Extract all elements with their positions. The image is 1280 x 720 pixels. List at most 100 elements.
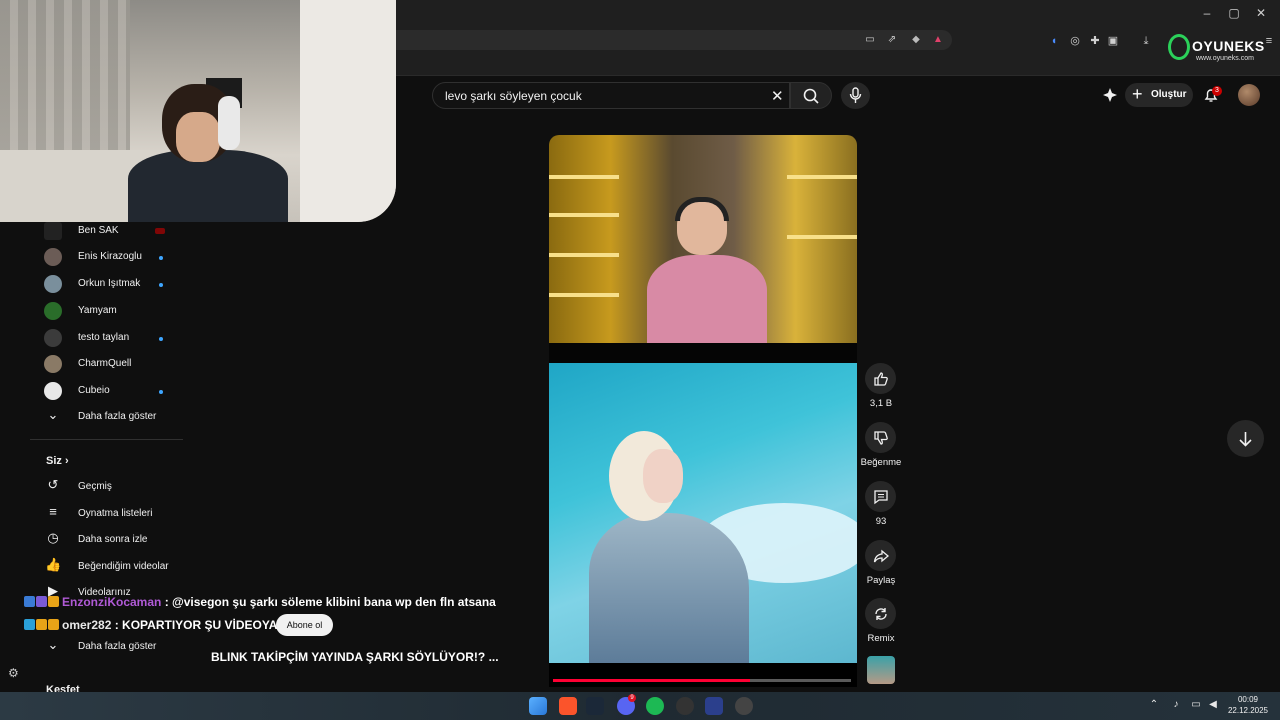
you-heading[interactable]: Siz ›	[46, 455, 69, 467]
sidebar-item-watch-later[interactable]: ◷ Daha sonra izle	[44, 528, 184, 554]
tray-mic-icon[interactable]: ♪	[1170, 699, 1182, 711]
discord-badge: 9	[628, 694, 636, 702]
new-content-dot	[159, 256, 163, 260]
channel-avatar	[44, 382, 62, 400]
shelf-decor	[787, 175, 857, 179]
channel-avatar	[44, 248, 62, 266]
sidebar-item-history[interactable]: ↺ Geçmiş	[44, 475, 184, 501]
shelf-decor	[549, 253, 619, 257]
chat-message: omer282 : KOPARTIYOR ŞU VİDEOYA BEN	[24, 618, 306, 632]
sidebar-item-testo-taylan[interactable]: testo taylan	[44, 326, 184, 352]
sidebar-item-liked-videos[interactable]: 👍 Beğendiğim videolar	[44, 555, 184, 581]
logo-url: www.oyuneks.com	[1196, 55, 1254, 62]
comment-icon	[874, 490, 888, 505]
chat-badges	[24, 596, 62, 608]
streamer-figure	[647, 197, 767, 343]
like-button[interactable]	[865, 363, 896, 394]
screen-cast-icon[interactable]: ▭	[864, 34, 876, 46]
video-progress-bar[interactable]	[553, 679, 851, 682]
spotify-icon[interactable]	[646, 697, 664, 715]
sidebar-item-enis-kirazoglu[interactable]: Enis Kirazoglu	[44, 245, 184, 271]
show-more-subscriptions[interactable]: ⌄ Daha fazla göster	[44, 405, 184, 431]
tray-display-icon[interactable]: ▭	[1190, 699, 1202, 711]
sparkle-icon[interactable]	[1102, 87, 1118, 103]
tray-volume-icon[interactable]: ◀	[1207, 699, 1219, 711]
account-avatar[interactable]	[1238, 84, 1260, 106]
subscribe-button[interactable]: Abone ol	[276, 614, 333, 636]
app-icon[interactable]	[705, 697, 723, 715]
steam-icon[interactable]	[586, 697, 604, 715]
shield-icon[interactable]: ◆	[910, 34, 922, 46]
audio-icon[interactable]: ◖	[1047, 34, 1061, 48]
short-title[interactable]: BLINK TAKİPÇİM YAYINDA ŞARKI SÖYLÜYOR!? …	[211, 650, 499, 664]
live-indicator	[155, 228, 165, 234]
channel-avatar	[44, 222, 62, 240]
oyuneks-logo: OYUNEKS www.oyuneks.com	[1166, 34, 1266, 64]
sidebar-divider	[30, 439, 183, 440]
video-frame-streamer	[549, 135, 857, 343]
create-button[interactable]: + Oluştur	[1125, 83, 1193, 107]
settings-gear-icon[interactable]: ⚙	[8, 666, 22, 680]
show-more-label: Daha fazla göster	[78, 641, 157, 652]
sidebar-item-label: Ben SAK	[78, 225, 119, 236]
download-icon[interactable]: ⤓	[1139, 34, 1153, 48]
sidebar-item-label: Oynatma listeleri	[78, 508, 153, 519]
plus-icon: +	[1132, 84, 1143, 104]
channel-avatar	[44, 329, 62, 347]
search-input[interactable]: levo şarkı söyleyen çocuk ✕	[432, 82, 790, 109]
voice-search-button[interactable]	[841, 82, 870, 109]
sidebar-item-charmquell[interactable]: CharmQuell	[44, 352, 184, 378]
shelf-decor	[549, 213, 619, 217]
sidebar-item-orkun-isitmak[interactable]: Orkun Işıtmak	[44, 272, 184, 298]
dislike-label: Beğenme	[860, 457, 902, 468]
webcam-overlay	[0, 0, 396, 222]
sidebar-item-label: Daha sonra izle	[78, 534, 148, 545]
shelf-decor	[549, 293, 619, 297]
address-bar[interactable]: ▭ ⇗ ◆ ▲	[380, 30, 952, 50]
thumbs-up-icon	[874, 372, 888, 386]
sidebar-item-label: Orkun Işıtmak	[78, 278, 141, 289]
video-frame-singer	[549, 363, 857, 663]
remix-button[interactable]	[865, 598, 896, 629]
sidebar-item-cubeio[interactable]: Cubeio	[44, 379, 184, 405]
share-arrow-icon	[873, 549, 889, 563]
minimize-icon[interactable]: –	[1200, 6, 1214, 20]
sidebar-item-label: Cubeio	[78, 385, 110, 396]
sidebar-item-playlists[interactable]: ≡ Oynatma listeleri	[44, 502, 184, 528]
brave-browser-icon[interactable]	[559, 697, 577, 715]
search-icon	[803, 88, 819, 104]
tray-chevron-up-icon[interactable]: ⌃	[1148, 699, 1160, 711]
capture-icon[interactable]: ▣	[1106, 34, 1120, 48]
close-window-icon[interactable]: ✕	[1254, 6, 1268, 20]
shelf-decor	[549, 175, 619, 179]
history-icon: ↺	[47, 477, 59, 492]
search-button[interactable]	[790, 82, 832, 109]
sidebar-item-yamyam[interactable]: Yamyam	[44, 299, 184, 325]
dislike-button[interactable]	[865, 422, 896, 453]
settings-app-icon[interactable]	[735, 697, 753, 715]
next-short-button[interactable]	[1227, 420, 1264, 457]
puzzle-icon[interactable]: ✚	[1088, 34, 1102, 48]
obs-icon[interactable]	[676, 697, 694, 715]
extension-icon[interactable]: ◎	[1068, 34, 1082, 48]
start-menu-icon[interactable]	[529, 697, 547, 715]
maximize-icon[interactable]: ▢	[1227, 6, 1241, 20]
channel-thumbnail[interactable]	[867, 656, 895, 684]
clear-search-icon[interactable]: ✕	[771, 87, 784, 105]
shelf-decor	[787, 235, 857, 239]
rewards-icon[interactable]: ▲	[932, 34, 944, 46]
thumbs-up-icon: 👍	[45, 557, 62, 572]
shorts-player[interactable]	[549, 135, 857, 687]
sidebar-item-ben-sak[interactable]: Ben SAK	[44, 219, 184, 245]
remix-icon	[875, 608, 887, 620]
show-more-you[interactable]: ⌄ Daha fazla göster	[44, 635, 184, 661]
share-button[interactable]	[865, 540, 896, 571]
chat-username: EnzonziKocaman	[62, 595, 162, 609]
chevron-right-icon: ›	[64, 455, 69, 467]
sidebar-item-label: Beğendiğim videolar	[78, 561, 169, 572]
like-count: 3,1 B	[869, 398, 893, 409]
taskbar-clock[interactable]: 00:09 22.12.2025	[1226, 694, 1270, 716]
comments-button[interactable]	[865, 481, 896, 512]
chat-message: EnzonziKocaman : @visegon şu şarkı sölem…	[24, 595, 496, 609]
share-icon[interactable]: ⇗	[886, 34, 898, 46]
